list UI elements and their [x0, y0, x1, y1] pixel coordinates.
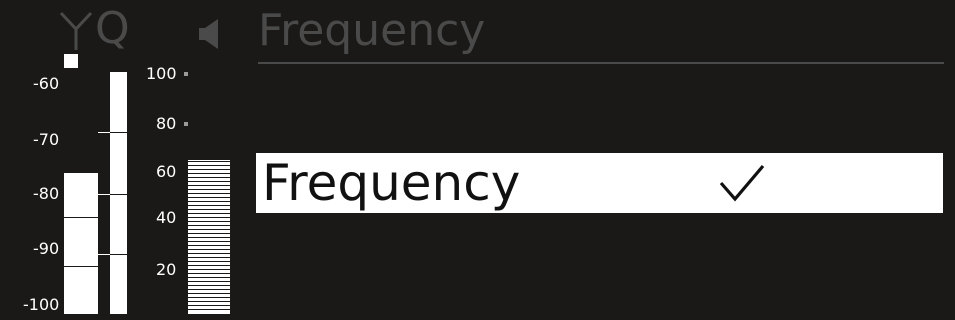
af-bar-segment-line: [188, 229, 230, 230]
rf-bar-2-divider: [110, 194, 127, 195]
af-bar-segment-line: [188, 209, 230, 210]
af-bar-segment-line: [188, 181, 230, 182]
af-level-bar: [188, 160, 230, 314]
af-bar-segment-line: [188, 217, 230, 218]
rf-scale-tick: [98, 132, 110, 133]
af-scale-label: 40: [156, 208, 177, 227]
af-bar-segment-line: [188, 177, 230, 178]
af-bar-segment-line: [188, 233, 230, 234]
af-scale-label: 80: [156, 114, 177, 133]
af-bar-segment-line: [188, 161, 230, 162]
af-bar-segment-line: [188, 261, 230, 262]
af-bar-segment-line: [188, 193, 230, 194]
page-title: Frequency: [258, 5, 486, 56]
af-scale-label: 100: [146, 64, 177, 83]
rf-scale-label: -80: [33, 184, 60, 203]
af-bar-segment-line: [188, 265, 230, 266]
af-bar-segment-line: [188, 297, 230, 298]
speaker-icon: [199, 19, 218, 49]
af-bar-segment-line: [188, 285, 230, 286]
af-bar-segment-line: [188, 289, 230, 290]
rf-bar-2-divider: [110, 132, 127, 133]
diversity-label: Q: [95, 3, 130, 54]
af-bar-segment-line: [188, 245, 230, 246]
header-divider: [258, 62, 944, 64]
check-icon: [719, 164, 765, 202]
af-bar-segment-line: [188, 301, 230, 302]
af-scale-tick: [184, 72, 188, 76]
af-bar-segment-line: [188, 249, 230, 250]
rf-scale-tick: [98, 194, 110, 195]
rf-scale-label: -100: [23, 295, 60, 314]
menu-item-frequency[interactable]: Frequency: [256, 153, 943, 213]
rf-bar-2-divider: [110, 254, 127, 255]
af-bar-segment-line: [188, 189, 230, 190]
rf-scale-label: -90: [33, 239, 60, 258]
af-bar-segment-line: [188, 237, 230, 238]
rf-scale-label: -60: [33, 74, 60, 93]
af-bar-segment-line: [188, 241, 230, 242]
menu-item-label: Frequency: [262, 154, 521, 212]
af-bar-segment-line: [188, 309, 230, 310]
af-bar-segment-line: [188, 277, 230, 278]
af-bar-segment-line: [188, 221, 230, 222]
af-bar-segment-line: [188, 253, 230, 254]
af-bar-segment-line: [188, 293, 230, 294]
af-bar-segment-line: [188, 201, 230, 202]
rf-bar-divider: [64, 266, 98, 267]
antenna-icon: [59, 11, 93, 50]
rf-scale-label: -70: [33, 130, 60, 149]
rf-scale-tick: [98, 254, 110, 255]
af-scale-tick: [184, 122, 188, 126]
af-bar-segment-line: [188, 185, 230, 186]
af-bar-segment-line: [188, 205, 230, 206]
af-bar-segment-line: [188, 269, 230, 270]
af-bar-segment-line: [188, 197, 230, 198]
rf-level-bar: [64, 173, 98, 314]
af-bar-segment-line: [188, 257, 230, 258]
af-bar-segment-line: [188, 173, 230, 174]
af-meter: 100 80 60 40 20: [140, 48, 240, 320]
rf-level-bar-2: [110, 72, 127, 314]
af-bar-segment-line: [188, 213, 230, 214]
af-scale-label: 60: [156, 162, 177, 181]
rf-bar-divider: [64, 217, 98, 218]
af-bar-segment-line: [188, 225, 230, 226]
af-bar-segment-line: [188, 273, 230, 274]
af-scale-label: 20: [156, 260, 177, 279]
af-bar-segment-line: [188, 281, 230, 282]
rf-peak-indicator: [64, 54, 78, 68]
af-bar-segment-line: [188, 169, 230, 170]
af-bar-segment-line: [188, 305, 230, 306]
af-bar-segment-line: [188, 165, 230, 166]
rf-meter: -60 -70 -80 -90 -100: [0, 48, 135, 320]
